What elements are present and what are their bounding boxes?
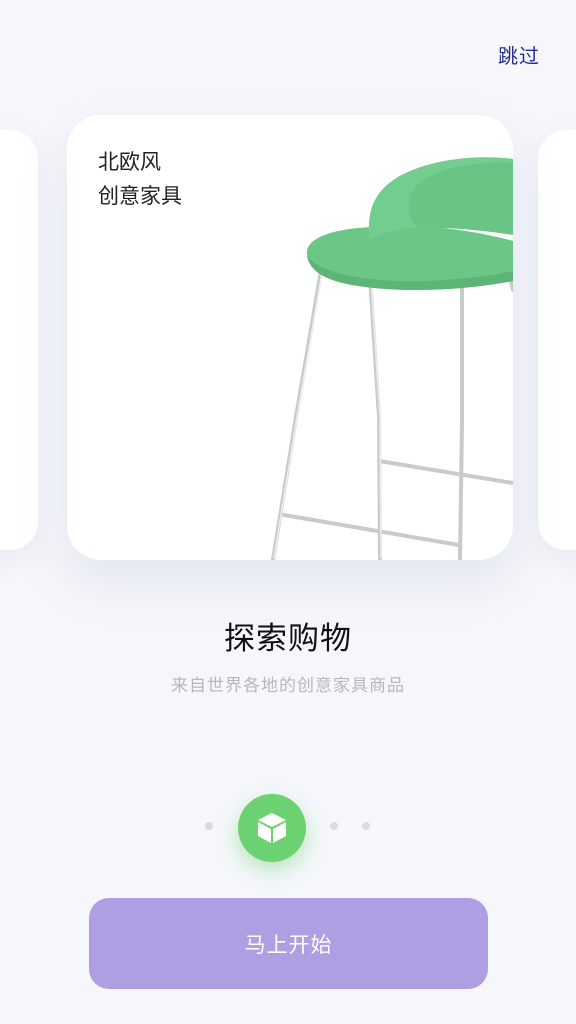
previous-slide-card[interactable] bbox=[0, 130, 38, 550]
page-subtitle: 来自世界各地的创意家具商品 bbox=[171, 676, 405, 696]
page-indicator bbox=[0, 794, 576, 862]
skip-button[interactable]: 跳过 bbox=[498, 40, 540, 69]
onboarding-screen: 跳过 北欧风 创意家具 探索购物 来自世界各地的创意家具商品 马上开始 bbox=[0, 0, 576, 1024]
page-dot-active[interactable] bbox=[238, 794, 306, 862]
page-title: 探索购物 bbox=[224, 621, 352, 657]
card-caption-line1: 北欧风 bbox=[98, 150, 161, 174]
product-card: 北欧风 创意家具 bbox=[67, 115, 513, 560]
card-caption: 北欧风 创意家具 bbox=[98, 145, 182, 213]
cube-icon bbox=[258, 813, 286, 843]
page-dot-1[interactable] bbox=[205, 822, 213, 830]
page-dot-4[interactable] bbox=[362, 822, 370, 830]
start-button[interactable]: 马上开始 bbox=[89, 898, 488, 989]
next-slide-card[interactable] bbox=[538, 130, 576, 550]
card-caption-line2: 创意家具 bbox=[98, 184, 182, 208]
page-dot-3[interactable] bbox=[330, 822, 338, 830]
